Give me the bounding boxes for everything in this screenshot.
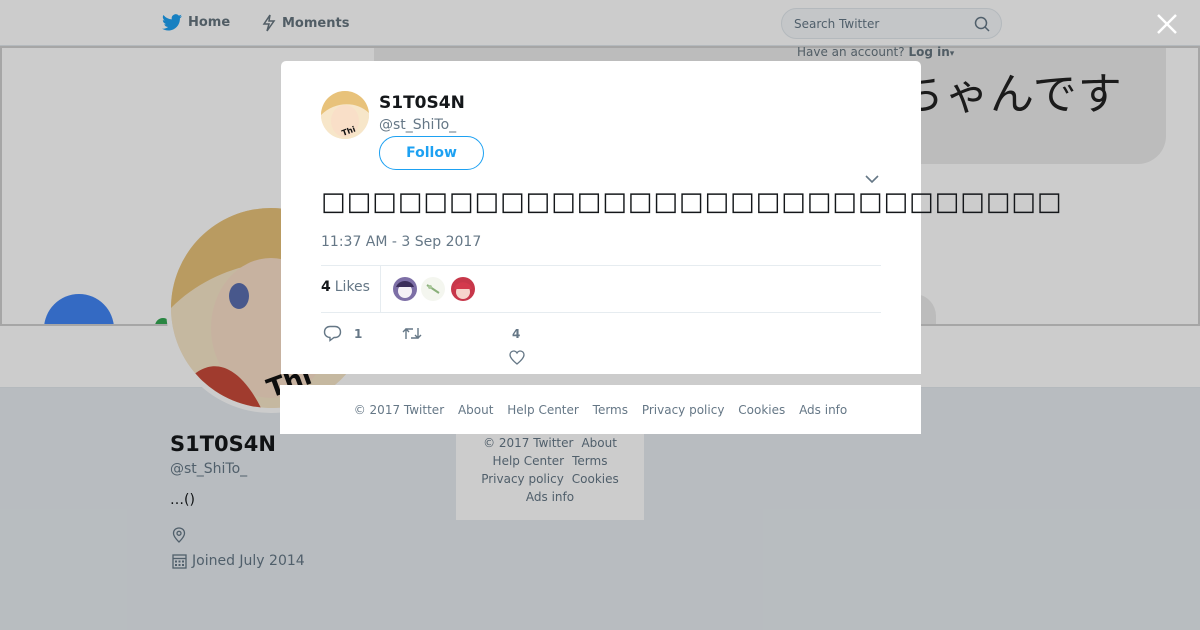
tweet-author-name[interactable]: S1T0S4N	[379, 93, 465, 113]
tweet-author-handle[interactable]: @st_ShiTo_	[379, 117, 456, 133]
reply-count: 1	[354, 326, 363, 341]
stats-divider-top	[321, 265, 881, 266]
like-button[interactable]	[509, 350, 525, 365]
like-action-count: 4	[512, 327, 521, 341]
modal-footer-terms[interactable]: Terms	[593, 403, 628, 417]
author-avatar-illustration: Thi	[321, 91, 369, 139]
stats-divider-bottom	[321, 312, 881, 313]
modal-footer-about[interactable]: About	[458, 403, 493, 417]
likes-count: 4	[321, 279, 331, 295]
modal-footer-ads-info[interactable]: Ads info	[799, 403, 847, 417]
modal-footer-copyright: © 2017 Twitter	[353, 403, 445, 417]
modal-footer-cookies[interactable]: Cookies	[738, 403, 785, 417]
reply-icon	[323, 325, 342, 342]
reply-button[interactable]: 1	[323, 325, 362, 342]
tweet-modal: Thi S1T0S4N @st_ShiTo_ Follow □□□□□□□□□□…	[281, 61, 1061, 374]
retweet-button[interactable]	[402, 326, 422, 341]
liker-avatar[interactable]	[393, 277, 417, 301]
close-icon[interactable]	[1155, 12, 1179, 36]
retweet-icon	[402, 328, 422, 339]
liker-avatar[interactable]	[451, 277, 475, 301]
modal-footer-privacy[interactable]: Privacy policy	[642, 403, 725, 417]
tweet-text: □□□□□□□□□□□□□□□□□□□□□□□□□□□□□	[321, 187, 1063, 217]
liker-avatar[interactable]	[421, 277, 445, 301]
follow-button[interactable]: Follow	[379, 136, 484, 170]
chevron-down-icon[interactable]	[865, 174, 879, 184]
tweet-timestamp[interactable]: 11:37 AM - 3 Sep 2017	[321, 234, 481, 250]
likes-label: Likes	[334, 279, 370, 295]
stats-separator	[380, 265, 381, 312]
likes-stat[interactable]: 4 Likes	[321, 279, 370, 295]
heart-icon	[509, 350, 525, 365]
tweet-author-avatar[interactable]: Thi	[321, 91, 369, 139]
modal-footer-help-center[interactable]: Help Center	[507, 403, 579, 417]
modal-footer: © 2017 Twitter About Help Center Terms P…	[280, 385, 921, 434]
